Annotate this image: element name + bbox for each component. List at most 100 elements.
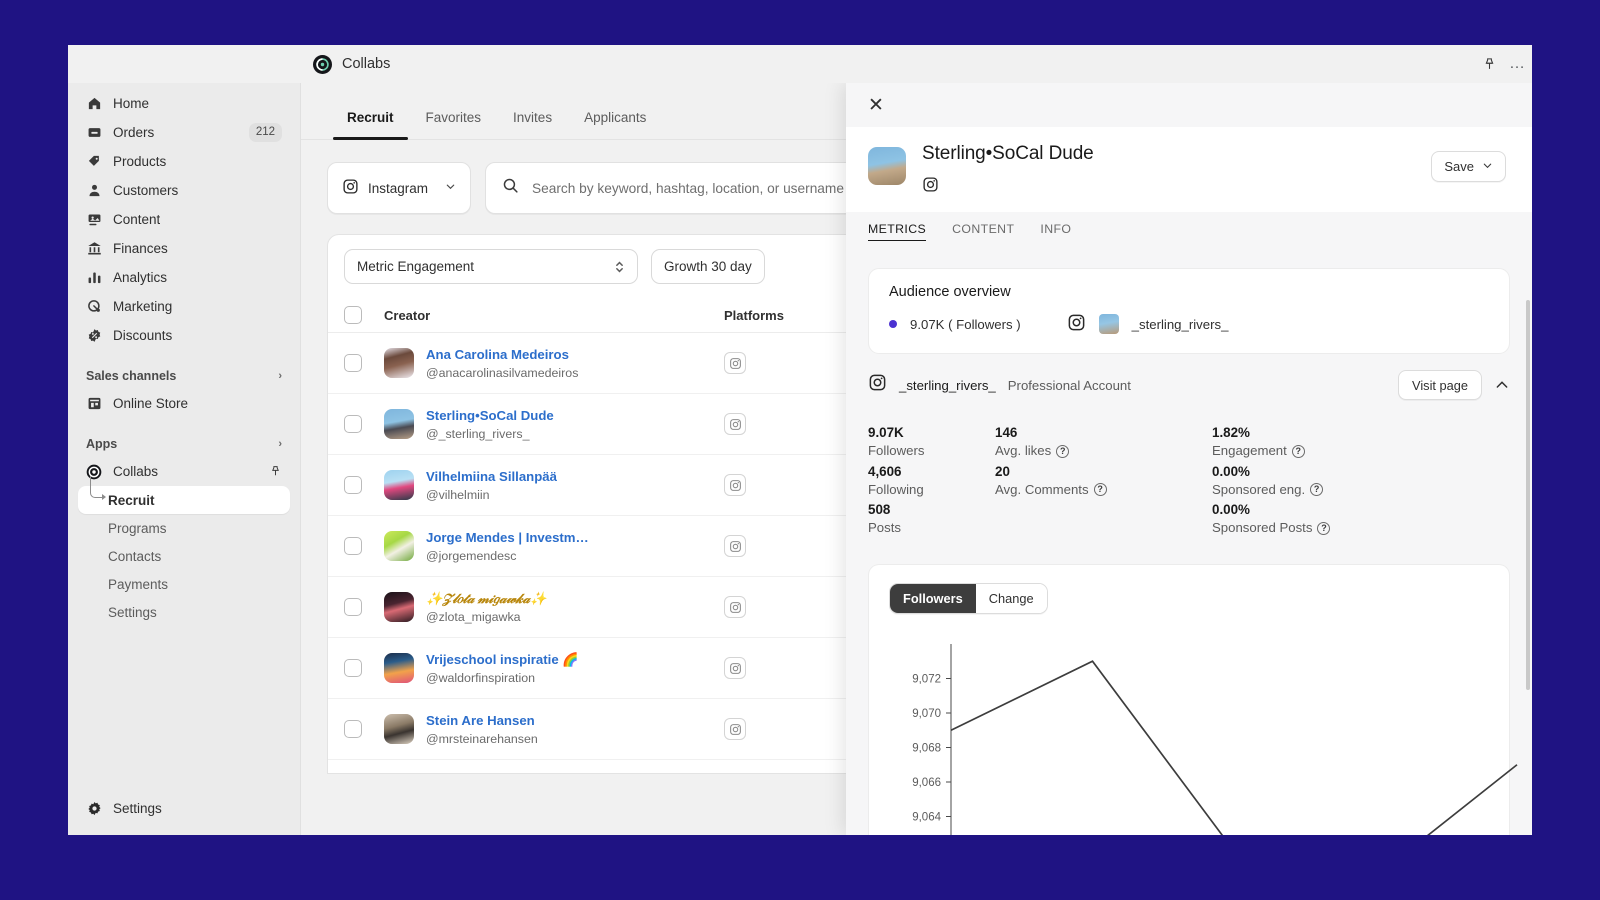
creator-cell: Vilhelmiina Sillanpää @vilhelmiin — [384, 468, 724, 502]
growth-select[interactable]: Growth 30 day — [651, 249, 765, 284]
row-checkbox[interactable] — [344, 659, 362, 677]
tab-recruit[interactable]: Recruit — [331, 105, 410, 140]
sidebar-item-analytics[interactable]: Analytics — [78, 263, 290, 292]
tab-applicants[interactable]: Applicants — [568, 105, 662, 139]
panel-identity: Sterling•SoCal Dude — [922, 143, 1094, 198]
avatar — [384, 714, 414, 744]
sidebar-item-contacts[interactable]: Contacts — [78, 542, 290, 570]
creator-cell: Jorge Mendes | Investm… @jorgemendesc — [384, 529, 724, 563]
pin-icon[interactable] — [269, 465, 282, 478]
sidebar-item-orders[interactable]: Orders 212 — [78, 118, 290, 147]
sidebar-item-settings-sub[interactable]: Settings — [78, 598, 290, 626]
sidebar-item-payments[interactable]: Payments — [78, 570, 290, 598]
sidebar-item-home[interactable]: Home — [78, 89, 290, 118]
sidebar-item-customers[interactable]: Customers — [78, 176, 290, 205]
stat-value: 1.82% — [1212, 425, 1250, 440]
row-checkbox[interactable] — [344, 415, 362, 433]
growth-select-label: Growth 30 day — [664, 259, 752, 274]
stat-cell: 146 Avg. likes? — [995, 424, 1212, 463]
help-icon[interactable]: ? — [1317, 521, 1331, 535]
row-checkbox[interactable] — [344, 598, 362, 616]
toggle-change[interactable]: Change — [975, 583, 1047, 613]
instagram-icon[interactable] — [724, 474, 746, 496]
sidebar-item-products[interactable]: Products — [78, 147, 290, 176]
row-checkbox[interactable] — [344, 537, 362, 555]
creator-name-link[interactable]: Jorge Mendes | Investm… — [426, 530, 589, 545]
instagram-icon — [868, 373, 887, 397]
help-icon[interactable]: ? — [1291, 444, 1305, 458]
sidebar-item-programs[interactable]: Programs — [78, 514, 290, 542]
instagram-icon[interactable] — [724, 352, 746, 374]
gear-icon — [86, 801, 102, 817]
help-icon[interactable]: ? — [1056, 444, 1070, 458]
sidebar-item-finances[interactable]: Finances — [78, 234, 290, 263]
creator-name-link[interactable]: ✨𝒵𝓁𝑜𝓉𝒶 𝓂𝒾𝑔𝒶𝓌𝓀𝒶✨ — [426, 591, 546, 606]
help-icon[interactable]: ? — [1093, 483, 1107, 497]
toggle-followers[interactable]: Followers — [890, 583, 976, 613]
chevron-right-icon: › — [278, 438, 282, 450]
instagram-icon[interactable] — [724, 657, 746, 679]
sidebar: Home Orders 212 Products Customers Conte… — [68, 83, 301, 835]
save-button-label: Save — [1444, 159, 1474, 174]
creator-handle: @mrsteinarehansen — [426, 732, 538, 746]
instagram-icon[interactable] — [724, 596, 746, 618]
sidebar-item-online-store[interactable]: Online Store — [78, 389, 290, 418]
app-title: Collabs — [342, 56, 391, 72]
row-checkbox[interactable] — [344, 476, 362, 494]
row-checkbox[interactable] — [344, 354, 362, 372]
select-all-checkbox[interactable] — [344, 306, 362, 324]
visit-page-button[interactable]: Visit page — [1398, 370, 1482, 400]
instagram-icon[interactable] — [724, 535, 746, 557]
sidebar-section-sales-channels[interactable]: Sales channels › — [78, 363, 290, 389]
close-icon[interactable]: ✕ — [868, 96, 884, 115]
account-type: Professional Account — [1007, 377, 1131, 393]
instagram-icon[interactable] — [724, 413, 746, 435]
followers-chart-card: Followers Change 9,064 9,066 9,068 9,070 9,0… — [868, 563, 1518, 835]
chevron-right-icon: › — [278, 370, 282, 382]
tab-invites[interactable]: Invites — [497, 105, 568, 139]
sidebar-item-discounts[interactable]: Discounts — [78, 321, 290, 350]
products-icon — [86, 154, 102, 170]
creator-name-link[interactable]: Vilhelmiina Sillanpää — [426, 469, 557, 484]
sidebar-item-settings[interactable]: Settings — [78, 794, 290, 823]
platform-select[interactable]: Instagram — [327, 162, 471, 214]
creator-name-link[interactable]: Ana Carolina Medeiros — [426, 347, 569, 362]
avatar — [1098, 314, 1119, 334]
avatar — [384, 409, 414, 439]
stat-value: 4,606 — [868, 463, 902, 479]
instagram-icon[interactable] — [724, 718, 746, 740]
stat-label: Avg. Comments? — [995, 481, 1212, 499]
sidebar-item-recruit[interactable]: Recruit — [78, 476, 290, 514]
sidebar-item-marketing[interactable]: Marketing — [78, 292, 290, 321]
creator-name-link[interactable]: Stein Are Hansen — [426, 713, 535, 728]
more-options-icon[interactable]: … — [1509, 55, 1526, 73]
metrics-stats-grid: 9.07K Followers 146 Avg. likes? 1.82% Engagem… — [846, 414, 1532, 556]
creator-name-link[interactable]: Vrijeschool inspiratie 🌈 — [426, 652, 579, 667]
tab-content[interactable]: CONTENT — [952, 222, 1014, 240]
creator-name-link[interactable]: Sterling•SoCal Dude — [426, 408, 554, 423]
tab-metrics[interactable]: METRICS — [868, 222, 927, 241]
audience-handle: _sterling_rivers_ — [1131, 316, 1229, 332]
instagram-icon[interactable] — [922, 176, 1094, 198]
tab-favorites[interactable]: Favorites — [410, 105, 498, 139]
svg-text:9,068: 9,068 — [912, 742, 941, 754]
sidebar-item-content[interactable]: Content — [78, 205, 290, 234]
help-icon[interactable]: ? — [1310, 483, 1324, 497]
metric-select[interactable]: Metric Engagement — [344, 249, 638, 284]
tab-info[interactable]: INFO — [1040, 222, 1071, 240]
chevron-up-icon[interactable] — [1494, 377, 1510, 393]
stat-cell: 0.00% Sponsored eng.? — [1212, 463, 1510, 502]
platform-select-label: Instagram — [368, 180, 429, 196]
save-button[interactable]: Save — [1431, 151, 1506, 182]
customers-icon — [86, 183, 102, 199]
legend-dot-icon — [889, 320, 897, 328]
pin-icon[interactable] — [1477, 52, 1501, 76]
sidebar-section-apps[interactable]: Apps › — [78, 431, 290, 457]
stat-cell: 20 Avg. Comments? — [995, 463, 1212, 502]
platforms-cell — [724, 657, 844, 679]
row-checkbox[interactable] — [344, 720, 362, 738]
sidebar-item-collabs[interactable]: Collabs — [78, 457, 290, 486]
panel-scrollbar[interactable] — [1526, 300, 1530, 690]
creator-handle: @_sterling_rivers_ — [426, 427, 530, 441]
creator-cell: Ana Carolina Medeiros @anacarolinasilvame… — [384, 346, 724, 380]
